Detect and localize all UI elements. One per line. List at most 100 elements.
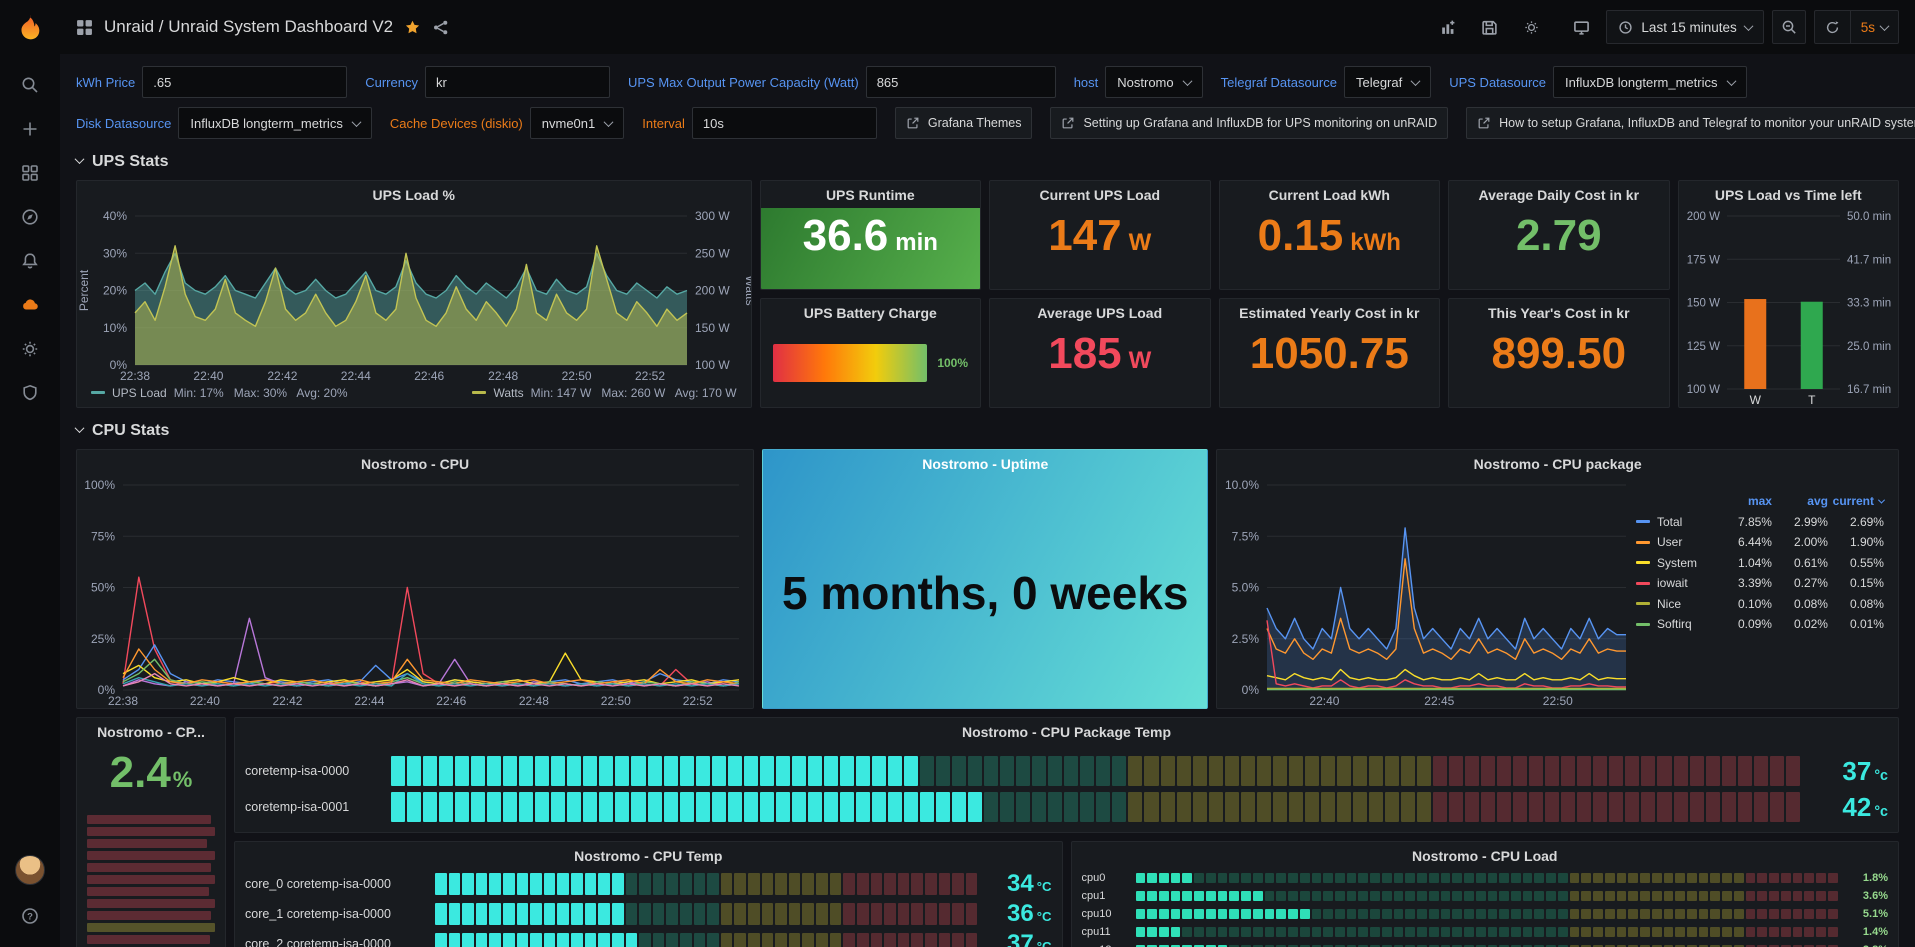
svg-text:?: ? [27, 911, 33, 922]
dashboards-grid-icon [20, 163, 40, 183]
legend-row[interactable]: iowait3.39%0.27%0.15% [1636, 573, 1884, 594]
svg-text:30%: 30% [103, 246, 127, 260]
dashboard-settings-button[interactable] [1514, 10, 1548, 44]
led-gauge-row: core_0 coretemp-isa-000034°C [235, 869, 1062, 899]
legend-color-dash [91, 391, 105, 394]
time-range-picker[interactable]: Last 15 minutes [1606, 10, 1763, 44]
legend-current: 0.08% [1828, 597, 1884, 611]
legend-item[interactable]: WattsMin: 147 W Max: 260 W Avg: 170 W [472, 386, 736, 400]
sidebar-item-explore[interactable] [10, 200, 50, 234]
chevron-down-icon [1880, 21, 1890, 31]
ups-max-output-input[interactable] [866, 66, 1056, 98]
legend-header-current[interactable]: current [1828, 494, 1884, 508]
panel-title[interactable]: Average Daily Cost in kr [1449, 181, 1668, 208]
ups-load-chart[interactable]: 0%10%20%30%40%100 W150 W200 W250 W300 W2… [77, 208, 751, 383]
sidebar-item-alerting[interactable] [10, 244, 50, 278]
user-avatar[interactable] [15, 855, 45, 885]
help-button[interactable]: ? [10, 899, 50, 933]
panel-title[interactable]: Nostromo - CPU package [1217, 450, 1898, 477]
panel-title[interactable]: Current Load kWh [1220, 181, 1440, 208]
share-icon[interactable] [432, 19, 449, 36]
svg-text:175 W: 175 W [1686, 254, 1719, 266]
favorite-star-icon[interactable] [404, 19, 421, 36]
legend-header-avg[interactable]: avg [1772, 494, 1828, 508]
panel-title[interactable]: Nostromo - CPU [77, 450, 753, 477]
cycle-view-button[interactable] [1564, 10, 1598, 44]
panel-title[interactable]: UPS Load % [77, 181, 751, 208]
panel-title[interactable]: UPS Battery Charge [761, 299, 981, 326]
save-dashboard-button[interactable] [1472, 10, 1506, 44]
telegraf-datasource-select[interactable]: Telegraf [1344, 66, 1431, 98]
refresh-interval-select[interactable]: 5s [1850, 11, 1898, 43]
grafana-app: ? Unraid / Unraid System Dashboard V2 [0, 0, 1915, 947]
cpu-chart[interactable]: 0%25%50%75%100%22:3822:4022:4222:4422:46… [77, 477, 753, 708]
led-cells [391, 792, 1800, 822]
cpu-package-chart[interactable]: 0%2.5%5.0%7.5%10.0%22:4022:4522:50 [1217, 477, 1636, 708]
led-cells [435, 903, 978, 925]
zoom-out-button[interactable] [1772, 10, 1806, 44]
panel-title[interactable]: Nostromo - CP... [77, 718, 225, 745]
panel-title[interactable]: Current UPS Load [990, 181, 1209, 208]
bell-icon [20, 251, 40, 271]
sidebar-item-configuration[interactable] [10, 332, 50, 366]
link-label: How to setup Grafana, InfluxDB and Teleg… [1499, 116, 1915, 130]
link-unraid-monitoring-guide[interactable]: How to setup Grafana, InfluxDB and Teleg… [1466, 107, 1915, 139]
panel-title[interactable]: Nostromo - CPU Temp [235, 842, 1062, 869]
panel-title[interactable]: Nostromo - Uptime [763, 450, 1207, 477]
grafana-logo[interactable] [12, 10, 48, 46]
ups-load-vs-time-chart[interactable]: 100 W125 W150 W175 W200 W16.7 min25.0 mi… [1679, 208, 1898, 407]
panel-title[interactable]: UPS Load vs Time left [1679, 181, 1898, 208]
link-ups-monitoring-guide[interactable]: Setting up Grafana and InfluxDB for UPS … [1050, 107, 1448, 139]
link-grafana-themes[interactable]: Grafana Themes [895, 107, 1033, 139]
variable-label: Disk Datasource [76, 116, 171, 131]
sidebar-item-search[interactable] [10, 68, 50, 102]
legend-header-max[interactable]: max [1716, 494, 1772, 508]
legend-color-dash [1636, 623, 1650, 626]
cache-devices-select[interactable]: nvme0n1 [530, 107, 624, 139]
panel-title[interactable]: UPS Runtime [761, 181, 981, 208]
legend-row[interactable]: System1.04%0.61%0.55% [1636, 553, 1884, 574]
legend-row[interactable]: Softirq0.09%0.02%0.01% [1636, 614, 1884, 635]
sidebar-item-cloud[interactable] [10, 288, 50, 322]
panel-title[interactable]: This Year's Cost in kr [1449, 299, 1668, 326]
section-cpu-stats[interactable]: CPU Stats [76, 417, 1899, 445]
legend-series-name: Watts [493, 386, 523, 400]
legend-row[interactable]: Nice0.10%0.08%0.08% [1636, 594, 1884, 615]
panel-title[interactable]: Nostromo - CPU Package Temp [235, 718, 1898, 745]
led-gauge-row: coretemp-isa-000142°c [235, 789, 1898, 825]
variables-row-2: Disk Datasource InfluxDB longterm_metric… [76, 107, 1899, 139]
interval-input[interactable] [692, 107, 877, 139]
stat-unit: W [1129, 347, 1152, 375]
currency-input[interactable] [425, 66, 610, 98]
sidebar-item-create[interactable] [10, 112, 50, 146]
panel-cpu-package-temp: Nostromo - CPU Package Temp coretemp-isa… [234, 717, 1899, 833]
refresh-button[interactable] [1815, 11, 1850, 43]
legend-item[interactable]: UPS LoadMin: 17% Max: 30% Avg: 20% [91, 386, 348, 400]
sidebar-item-server-admin[interactable] [10, 376, 50, 410]
kwh-price-input[interactable] [142, 66, 347, 98]
plus-icon [20, 119, 40, 139]
panel-title[interactable]: Average UPS Load [990, 299, 1209, 326]
sidebar: ? [0, 0, 60, 947]
sidebar-item-dashboards[interactable] [10, 156, 50, 190]
section-ups-stats[interactable]: UPS Stats [76, 148, 1899, 176]
disk-datasource-select[interactable]: InfluxDB longterm_metrics [178, 107, 371, 139]
legend-row[interactable]: Total7.85%2.99%2.69% [1636, 512, 1884, 533]
svg-text:10%: 10% [103, 321, 127, 335]
legend-row[interactable]: User6.44%2.00%1.90% [1636, 532, 1884, 553]
link-label: Grafana Themes [928, 116, 1022, 130]
variable-label: Cache Devices (diskio) [390, 116, 523, 131]
led-gauge-row: cpu13.6% [1072, 887, 1899, 905]
svg-text:0%: 0% [1242, 683, 1260, 697]
histogram-bar [87, 839, 207, 848]
svg-text:22:50: 22:50 [1543, 694, 1573, 708]
panel-title[interactable]: Estimated Yearly Cost in kr [1220, 299, 1440, 326]
svg-text:100%: 100% [84, 478, 115, 492]
dashboard-title[interactable]: Unraid / Unraid System Dashboard V2 [104, 17, 393, 37]
external-link-icon [1477, 116, 1491, 130]
ups-datasource-select[interactable]: InfluxDB longterm_metrics [1553, 66, 1746, 98]
add-panel-button[interactable] [1430, 10, 1464, 44]
gear-icon [1523, 19, 1540, 36]
panel-title[interactable]: Nostromo - CPU Load [1072, 842, 1899, 869]
host-select[interactable]: Nostromo [1105, 66, 1202, 98]
